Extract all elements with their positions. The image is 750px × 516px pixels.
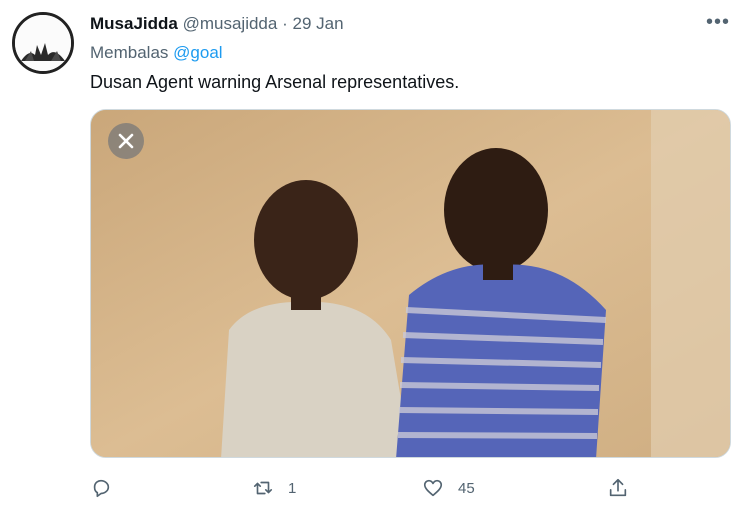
share-button[interactable] — [607, 474, 629, 502]
heart-icon — [423, 479, 443, 497]
retweet-count: 1 — [288, 479, 297, 497]
tweet-image[interactable] — [90, 109, 731, 458]
like-button[interactable]: 45 — [422, 474, 475, 502]
author-handle[interactable]: @musajidda — [183, 14, 278, 33]
avatar-image — [15, 15, 71, 71]
author-name[interactable]: MusaJidda — [90, 14, 178, 33]
photo — [91, 110, 730, 457]
like-count: 45 — [458, 479, 475, 497]
reply-context: Membalas @goal — [90, 42, 223, 64]
more-icon[interactable]: ••• — [706, 12, 730, 32]
share-icon — [609, 478, 627, 497]
retweet-icon — [253, 481, 273, 495]
avatar[interactable] — [12, 12, 74, 74]
tweet-text: Dusan Agent warning Arsenal representati… — [90, 72, 460, 92]
close-glyph — [118, 133, 134, 149]
separator: · — [282, 14, 288, 33]
retweet-button[interactable]: 1 — [252, 474, 296, 502]
reply-to-link[interactable]: @goal — [173, 43, 222, 62]
tweet-date[interactable]: 29 Jan — [292, 14, 343, 33]
close-icon[interactable] — [108, 123, 144, 159]
reply-button[interactable] — [90, 474, 126, 502]
action-bar: 1 45 — [90, 474, 731, 502]
reply-prefix: Membalas — [90, 43, 169, 62]
reply-icon — [93, 479, 110, 498]
tweet-header: MusaJidda @musajidda · 29 Jan — [90, 13, 344, 35]
